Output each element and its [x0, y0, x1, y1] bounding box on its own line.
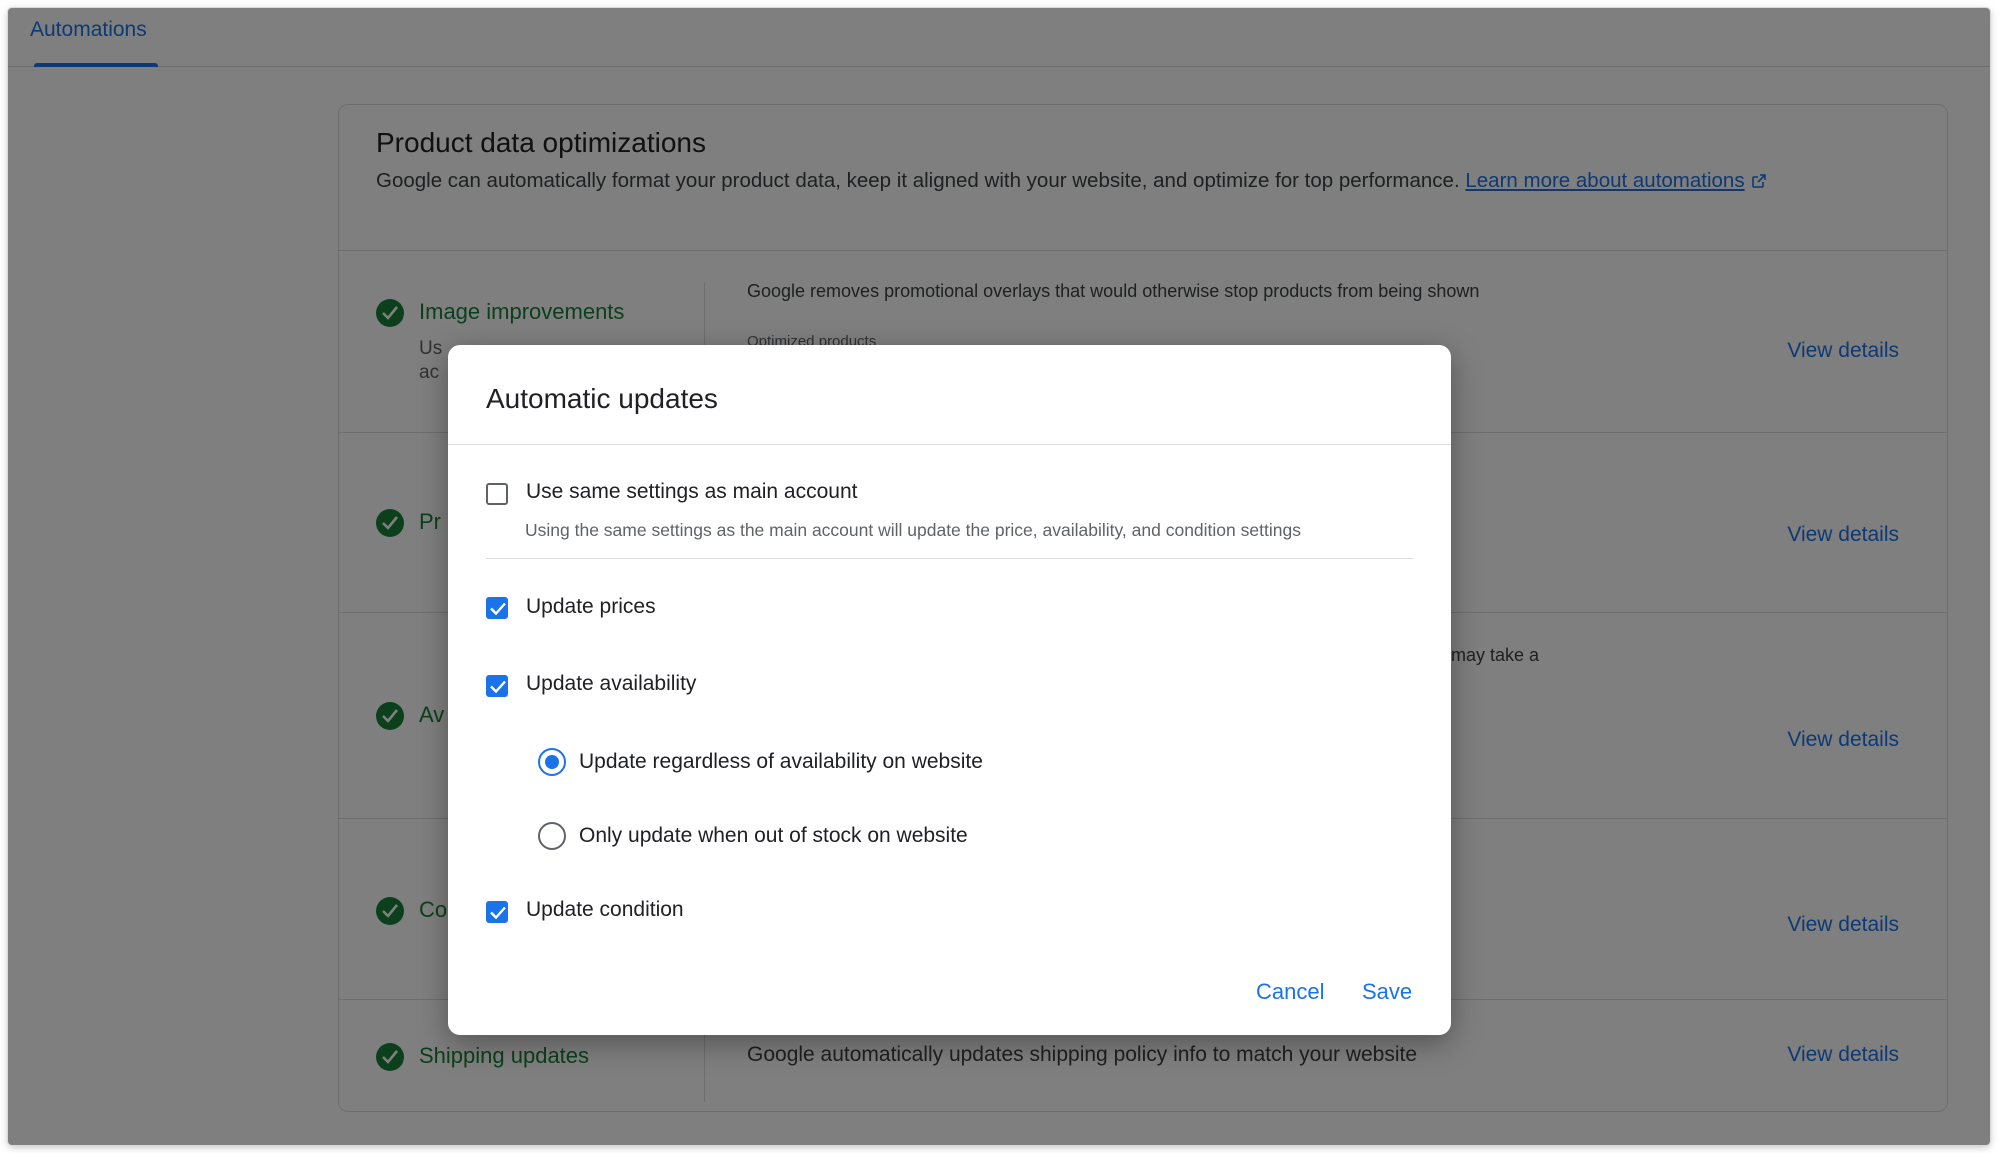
dialog-title: Automatic updates: [486, 383, 718, 414]
same-settings-checkbox[interactable]: [486, 483, 508, 505]
automatic-updates-dialog: Automatic updates Use same settings as m…: [448, 345, 1451, 1035]
update-condition-checkbox[interactable]: [486, 901, 508, 923]
checkmark-icon: [490, 906, 506, 920]
radio-update-regardless-label: Update regardless of availability on web…: [579, 750, 983, 773]
save-button[interactable]: Save: [1362, 979, 1412, 1005]
checkmark-icon: [490, 602, 506, 616]
radio-only-out-of-stock[interactable]: [538, 822, 566, 850]
radio-update-regardless[interactable]: [538, 748, 566, 776]
dialog-header-divider: [448, 444, 1451, 445]
update-prices-label: Update prices: [526, 595, 656, 618]
same-settings-help: Using the same settings as the main acco…: [525, 520, 1301, 540]
cancel-button[interactable]: Cancel: [1256, 979, 1324, 1005]
app-window: Automations Product data optimizations G…: [8, 8, 1990, 1145]
update-condition-label: Update condition: [526, 898, 684, 921]
update-availability-label: Update availability: [526, 672, 697, 695]
radio-only-out-of-stock-label: Only update when out of stock on website: [579, 824, 968, 847]
dialog-separator: [486, 558, 1413, 559]
checkmark-icon: [490, 680, 506, 694]
update-availability-checkbox[interactable]: [486, 675, 508, 697]
update-prices-checkbox[interactable]: [486, 597, 508, 619]
same-settings-label: Use same settings as main account: [526, 480, 858, 503]
